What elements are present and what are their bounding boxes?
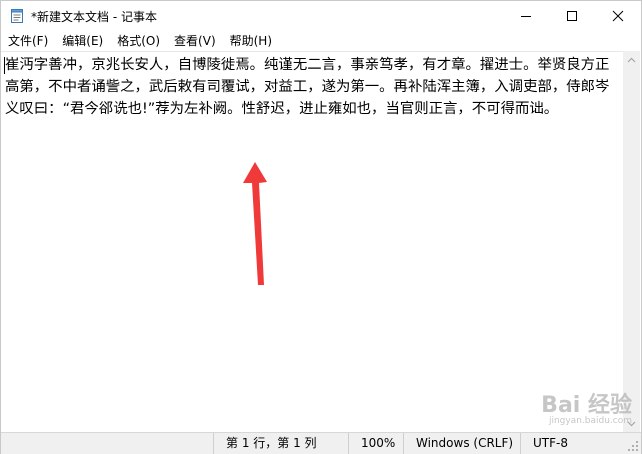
- title-bar[interactable]: *新建文本文档 - 记事本: [1, 1, 641, 31]
- window-title: *新建文本文档 - 记事本: [31, 9, 157, 24]
- chevron-up-icon: [627, 57, 636, 62]
- notepad-icon: [9, 8, 25, 24]
- minimize-icon: [521, 16, 531, 17]
- zoom-level: 100%: [348, 433, 403, 454]
- minimize-button[interactable]: [503, 1, 549, 31]
- menu-help[interactable]: 帮助(H): [223, 31, 279, 51]
- menu-format[interactable]: 格式(O): [110, 31, 167, 51]
- close-button[interactable]: [595, 1, 641, 31]
- editor-content[interactable]: 崔沔字善冲，京兆长安人，自博陵徙焉。纯谨无二言，事亲笃孝，有才章。擢进士。举贤良…: [5, 54, 620, 120]
- vertical-scrollbar[interactable]: [623, 51, 640, 432]
- watermark-text: Bai 经验: [541, 393, 632, 418]
- encoding: UTF-8: [520, 433, 620, 454]
- maximize-icon: [567, 11, 577, 21]
- menu-file[interactable]: 文件(F): [1, 31, 55, 51]
- resize-grip-icon[interactable]: [627, 440, 639, 452]
- scroll-up-button[interactable]: [623, 51, 640, 68]
- cursor-position: 第 1 行，第 1 列: [213, 433, 348, 454]
- menu-bar: 文件(F) 编辑(E) 格式(O) 查看(V) 帮助(H): [1, 31, 641, 51]
- menu-edit[interactable]: 编辑(E): [55, 31, 110, 51]
- notepad-window: *新建文本文档 - 记事本 文件(F) 编辑(E) 格式(O) 查看(V) 帮助…: [0, 0, 642, 454]
- text-editor[interactable]: 崔沔字善冲，京兆长安人，自博陵徙焉。纯谨无二言，事亲笃孝，有才章。擢进士。举贤良…: [1, 51, 624, 432]
- menu-view[interactable]: 查看(V): [167, 31, 223, 51]
- watermark-sub: jingyan.baidu.com: [548, 416, 632, 426]
- status-bar: 第 1 行，第 1 列 100% Windows (CRLF) UTF-8: [1, 432, 641, 454]
- close-icon: [612, 10, 624, 22]
- text-caret: [4, 57, 5, 74]
- line-ending: Windows (CRLF): [403, 433, 520, 454]
- window-controls: [503, 1, 641, 31]
- maximize-button[interactable]: [549, 1, 595, 31]
- baidu-watermark: Bai 经验 jingyan.baidu.com: [541, 387, 632, 426]
